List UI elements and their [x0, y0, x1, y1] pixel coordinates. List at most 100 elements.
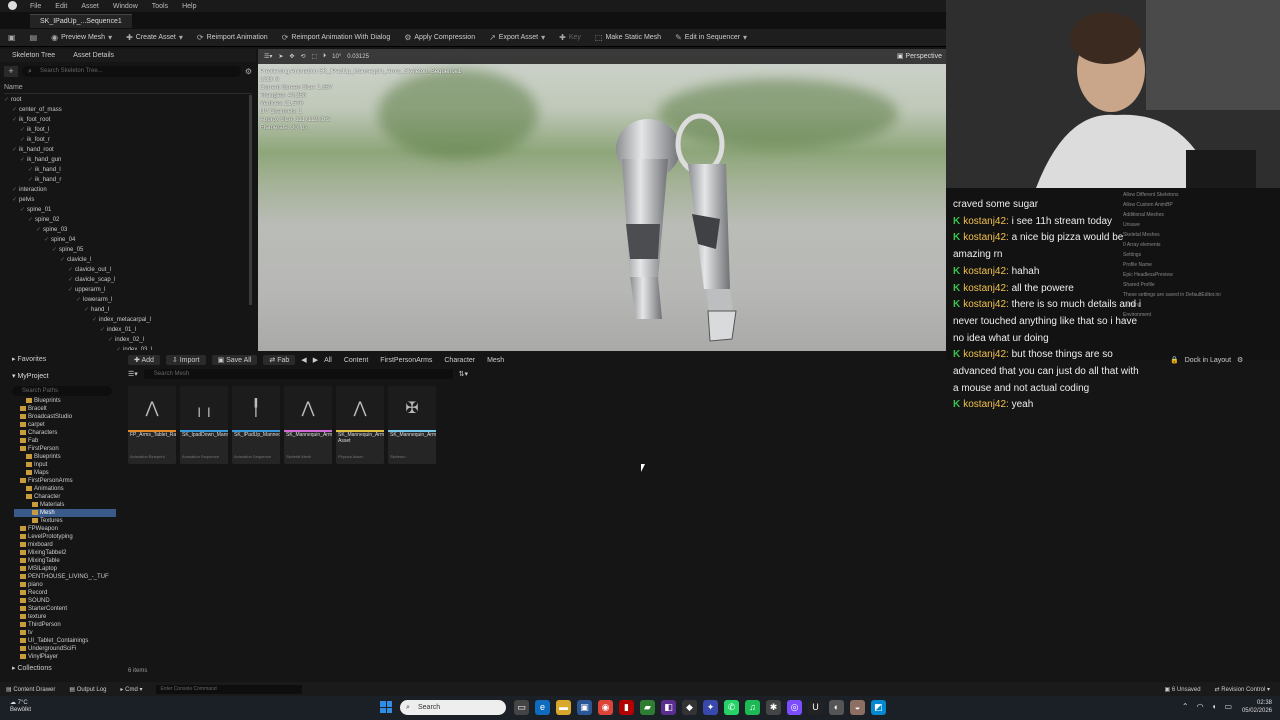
save-all-button[interactable]: ▣ Save All	[211, 355, 258, 365]
breadcrumb-all[interactable]: All	[324, 357, 332, 364]
task-view-icon[interactable]: ▭	[514, 700, 529, 715]
spotify-icon[interactable]: ♫	[745, 700, 760, 715]
asset-tile[interactable]: ⋀ SK_Mannequin_Arms_Physics Asset Physics …	[336, 386, 384, 464]
taskbar-search-input[interactable]: ⌕ Search	[400, 700, 506, 715]
wifi-icon[interactable]: ◠	[1197, 702, 1204, 711]
cmd-button[interactable]: ▸ Cmd ▾	[120, 686, 142, 693]
breadcrumb-firstpersonarms[interactable]: FirstPersonArms	[380, 357, 432, 364]
obs-icon[interactable]: ◎	[787, 700, 802, 715]
project-header[interactable]: ▾ MyProject	[12, 372, 49, 380]
apply-compression-button[interactable]: ⚙ Apply Compression	[404, 33, 475, 42]
browse-icon[interactable]: ▤	[30, 33, 38, 42]
folder-item[interactable]: tv	[14, 629, 116, 637]
export-asset-button[interactable]: ↗ Export Asset ▾	[489, 33, 545, 42]
folder-item[interactable]: FirstPersonArms	[14, 477, 116, 485]
bone-row[interactable]: ✓ clavicle_l	[4, 255, 248, 265]
folder-item[interactable]: Blueprints	[14, 453, 116, 461]
folder-item[interactable]: StarterContent	[14, 605, 116, 613]
folder-item[interactable]: PENTHOUSE_LIVING_-_TUF	[14, 573, 116, 581]
folder-item[interactable]: ThirdPerson	[14, 621, 116, 629]
menu-window[interactable]: Window	[113, 3, 138, 10]
menu-asset[interactable]: Asset	[81, 3, 99, 10]
menu-file[interactable]: File	[30, 3, 41, 10]
folder-item[interactable]: LevelPrototyping	[14, 533, 116, 541]
folder-item[interactable]: Textures	[14, 517, 116, 525]
folder-item[interactable]: Maps	[14, 469, 116, 477]
bone-row[interactable]: ✓ interaction	[4, 185, 248, 195]
breadcrumb-character[interactable]: Character	[444, 357, 475, 364]
bone-row[interactable]: ✓ root	[4, 95, 248, 105]
bone-row[interactable]: ✓ ik_hand_r	[4, 175, 248, 185]
app-gray-icon[interactable]: ✱	[766, 700, 781, 715]
bone-row[interactable]: ✓ center_of_mass	[4, 105, 248, 115]
bone-row[interactable]: ✓ clavicle_scap_l	[4, 275, 248, 285]
bone-row[interactable]: ✓ spine_01	[4, 205, 248, 215]
app-brown-icon[interactable]: ◒	[850, 700, 865, 715]
unsaved-button[interactable]: ▣ 6 Unsaved	[1165, 686, 1201, 693]
taskbar-clock[interactable]: 02:38 05/02/2026	[1242, 699, 1272, 715]
content-drawer-button[interactable]: ▤ Content Drawer	[6, 686, 55, 693]
menu-tools[interactable]: Tools	[152, 3, 168, 10]
store-icon[interactable]: ▣	[577, 700, 592, 715]
unreal-logo-icon[interactable]	[8, 1, 17, 10]
bone-row[interactable]: ✓ ik_hand_gun	[4, 155, 248, 165]
dock-in-layout-button[interactable]: 🔒 Dock in Layout ⚙	[1170, 354, 1280, 366]
menu-edit[interactable]: Edit	[55, 3, 67, 10]
tab-skeleton-tree[interactable]: Skeleton Tree	[12, 52, 55, 59]
document-tab[interactable]: SK_IPadUp_...Sequence1	[30, 13, 132, 28]
bone-row[interactable]: ✓ clavicle_out_l	[4, 265, 248, 275]
history-back-icon[interactable]: ◀	[301, 356, 306, 364]
folder-item[interactable]: Input	[14, 461, 116, 469]
weather-widget[interactable]: ☁ 7°C Bewölkt	[10, 700, 31, 714]
app-red-icon[interactable]: ▮	[619, 700, 634, 715]
folder-item[interactable]: SOUND	[14, 597, 116, 605]
folder-item[interactable]: MSILaptop	[14, 565, 116, 573]
reimport-animation-button[interactable]: ⟳ Reimport Animation	[197, 33, 268, 42]
folder-item[interactable]: texture	[14, 613, 116, 621]
folder-item[interactable]: carpet	[14, 421, 116, 429]
bone-row[interactable]: ✓ pelvis	[4, 195, 248, 205]
folder-item[interactable]: UI_Tablet_Containings	[14, 637, 116, 645]
battery-icon[interactable]: ▭	[1224, 702, 1232, 711]
fab-button[interactable]: ⇄ Fab	[263, 355, 296, 365]
collections-header[interactable]: ▸ Collections	[12, 664, 52, 672]
tray-chevron-icon[interactable]: ⌃	[1182, 702, 1189, 711]
favorites-header[interactable]: ▸ Favorites	[12, 355, 46, 363]
make-static-mesh-button[interactable]: ⬚ Make Static Mesh	[595, 33, 661, 42]
app-blue-icon[interactable]: ✦	[703, 700, 718, 715]
folder-item[interactable]: Bracelt	[14, 405, 116, 413]
folder-item[interactable]: MixingTabbel2	[14, 549, 116, 557]
console-command-input[interactable]: Enter Console Command	[156, 684, 303, 694]
app-green-icon[interactable]: ▰	[640, 700, 655, 715]
bone-row[interactable]: ✓ ik_foot_root	[4, 115, 248, 125]
tab-asset-details[interactable]: Asset Details	[73, 52, 114, 59]
folder-item[interactable]: Animations	[14, 485, 116, 493]
breadcrumb-content[interactable]: Content	[344, 357, 369, 364]
skeleton-tree-scrollbar[interactable]	[249, 95, 252, 305]
folder-item[interactable]: UndergroundSciFi	[14, 645, 116, 653]
folder-item[interactable]: FPWeapon	[14, 525, 116, 533]
import-button[interactable]: ⇩ Import	[165, 355, 206, 365]
bone-row[interactable]: ✓ index_03_l	[4, 345, 248, 350]
viewport[interactable]: ☰▾ ➤ ✥ ⟲ ⬚ ⏵ 10° 0.03125 ▣ Perspective P…	[258, 49, 946, 351]
bone-row[interactable]: ✓ index_01_l	[4, 325, 248, 335]
folder-item[interactable]: MixingTable	[14, 557, 116, 565]
create-asset-button[interactable]: ✚ Create Asset ▾	[126, 33, 183, 42]
twitch-icon[interactable]: ◧	[661, 700, 676, 715]
bone-row[interactable]: ✓ ik_foot_l	[4, 125, 248, 135]
asset-tile[interactable]: ╿ SK_IPadUp_Mannequin_Arms_Skeleton... Ani…	[232, 386, 280, 464]
unreal-taskbar-icon[interactable]: U	[808, 700, 823, 715]
bone-row[interactable]: ✓ spine_05	[4, 245, 248, 255]
bone-row[interactable]: ✓ hand_l	[4, 305, 248, 315]
bone-row[interactable]: ✓ ik_foot_r	[4, 135, 248, 145]
asset-search-input[interactable]: Search Mesh	[143, 368, 453, 379]
asset-tile[interactable]: ⋀ FP_Arms_Tablet_Raise Animation Blueprint	[128, 386, 176, 464]
folder-item[interactable]: BroadcastStudio	[14, 413, 116, 421]
add-socket-button[interactable]: +	[4, 65, 18, 77]
menu-help[interactable]: Help	[182, 3, 196, 10]
folder-item[interactable]: piano	[14, 581, 116, 589]
bone-row[interactable]: ✓ ik_hand_root	[4, 145, 248, 155]
chrome-icon[interactable]: ◉	[598, 700, 613, 715]
save-icon[interactable]: ▣	[8, 33, 16, 42]
path-search-input[interactable]: Search Paths	[12, 386, 112, 396]
